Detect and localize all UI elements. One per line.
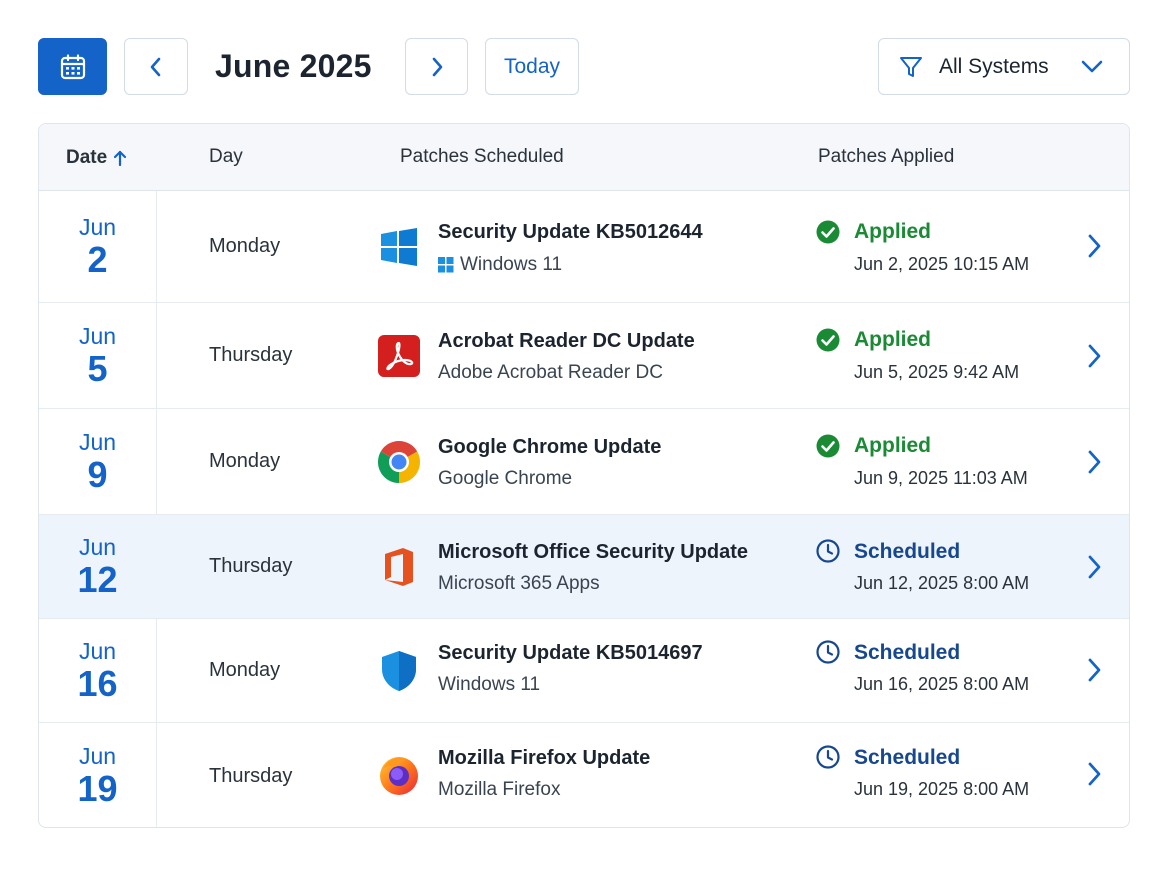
office-icon	[377, 545, 421, 589]
table-row[interactable]: Jun 16 Monday Security Update KB5014697 …	[39, 619, 1129, 723]
weekday: Monday	[209, 450, 281, 472]
status-time: Jun 5, 2025 9:42 AM	[854, 362, 1020, 382]
patch-schedule-table: Date Day Patches Scheduled Patches Appli…	[38, 123, 1130, 828]
table-row[interactable]: Jun 9 Monday Google Chrome Update Google…	[39, 409, 1129, 515]
next-month-button[interactable]	[405, 38, 468, 95]
status-time: Jun 12, 2025 8:00 AM	[854, 573, 1030, 593]
patch-title: Google Chrome Update	[438, 436, 662, 458]
check-circle-icon	[816, 220, 840, 244]
weekday: Monday	[209, 235, 281, 257]
patch-product: Windows 11	[438, 254, 562, 276]
status-time: Jun 16, 2025 8:00 AM	[854, 674, 1030, 694]
patch-title: Acrobat Reader DC Update	[438, 330, 695, 352]
date-column-header[interactable]: Date	[66, 124, 127, 191]
today-button[interactable]: Today	[485, 38, 579, 95]
day-column-header[interactable]: Day	[209, 124, 243, 191]
filter-icon	[900, 56, 922, 77]
table-header: Date Day Patches Scheduled Patches Appli…	[39, 124, 1129, 191]
systems-filter-dropdown[interactable]: All Systems	[878, 38, 1130, 95]
calendar-icon	[60, 53, 85, 79]
patch-title: Mozilla Firefox Update	[438, 747, 651, 769]
table-row[interactable]: Jun 12 Thursday Microsoft Office Securit…	[39, 515, 1129, 619]
patch-title: Microsoft Office Security Update	[438, 541, 749, 563]
date-cell: Jun 9	[39, 409, 157, 514]
status-label: Scheduled	[854, 746, 961, 769]
status-time: Jun 9, 2025 11:03 AM	[854, 468, 1028, 488]
patch-product: Adobe Acrobat Reader DC	[438, 362, 663, 383]
check-circle-icon	[816, 434, 840, 458]
patch-product: Windows 11	[438, 674, 541, 695]
date-cell: Jun 16	[39, 619, 157, 722]
weekday: Monday	[209, 659, 281, 681]
date-cell: Jun 2	[39, 191, 157, 302]
weekday: Thursday	[209, 764, 293, 787]
patch-title: Security Update KB5012644	[438, 221, 703, 243]
status-label: Scheduled	[854, 540, 961, 563]
status-time: Jun 19, 2025 8:00 AM	[854, 779, 1030, 799]
chevron-right-icon[interactable]	[1082, 447, 1106, 477]
check-circle-icon	[816, 328, 840, 352]
month-title: June 2025	[215, 48, 372, 84]
firefox-icon	[377, 753, 421, 797]
calendar-toolbar: June 2025 Today All Systems	[38, 38, 1130, 95]
date-cell: Jun 12	[77, 533, 118, 600]
clock-icon	[816, 640, 840, 664]
windows-logo-icon	[438, 257, 454, 273]
table-row[interactable]: Jun 2 Monday Security Update KB5012644 W…	[39, 191, 1129, 303]
date-cell: Jun 5	[39, 303, 157, 408]
clock-icon	[816, 539, 840, 563]
weekday: Thursday	[209, 555, 293, 577]
patch-product: Google Chrome	[438, 468, 573, 489]
filter-label: All Systems	[939, 54, 1049, 78]
chevron-right-icon	[432, 57, 442, 76]
previous-month-button[interactable]	[124, 38, 188, 95]
chrome-icon	[377, 440, 421, 484]
patch-title: Security Update KB5014697	[438, 642, 703, 664]
chevron-right-icon[interactable]	[1082, 341, 1106, 371]
chevron-left-icon	[150, 57, 161, 76]
chevron-right-icon[interactable]	[1082, 655, 1106, 685]
chevron-right-icon[interactable]	[1082, 552, 1106, 582]
chevron-down-icon	[1081, 60, 1103, 72]
status-label: Applied	[854, 328, 931, 351]
chevron-right-icon[interactable]	[1082, 759, 1106, 789]
defender-shield-icon	[377, 649, 421, 693]
status-label: Applied	[854, 434, 931, 457]
status-time: Jun 2, 2025 10:15 AM	[854, 254, 1030, 274]
table-row[interactable]: Jun 19 Thursday Mozilla Firefox Update M…	[39, 723, 1129, 827]
status-label: Applied	[854, 220, 931, 243]
status-label: Scheduled	[854, 641, 961, 664]
applied-column-header[interactable]: Patches Applied	[818, 124, 954, 191]
patch-product: Microsoft 365 Apps	[438, 573, 600, 594]
table-row[interactable]: Jun 5 Thursday Acrobat Reader DC Update …	[39, 303, 1129, 409]
sort-ascending-icon	[114, 150, 127, 166]
weekday: Thursday	[209, 344, 293, 366]
patch-product: Mozilla Firefox	[438, 779, 561, 800]
acrobat-icon	[377, 334, 421, 378]
calendar-view-button[interactable]	[38, 38, 107, 95]
chevron-right-icon[interactable]	[1082, 231, 1106, 261]
windows-icon	[377, 225, 421, 269]
scheduled-column-header[interactable]: Patches Scheduled	[400, 124, 564, 191]
date-cell: Jun 19	[39, 723, 157, 827]
clock-icon	[816, 745, 840, 769]
